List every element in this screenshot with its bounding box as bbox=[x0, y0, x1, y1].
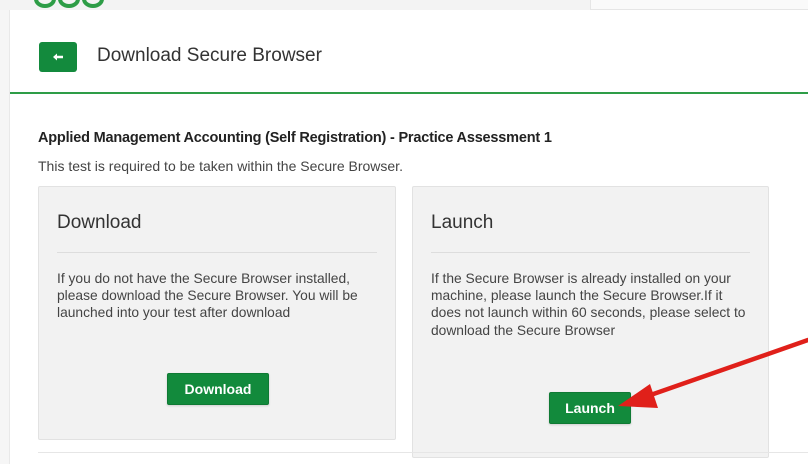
left-rail bbox=[0, 10, 10, 464]
arrow-left-icon bbox=[53, 53, 63, 61]
launch-panel: Launch If the Secure Browser is already … bbox=[412, 186, 769, 458]
red-arrow-icon bbox=[618, 337, 808, 408]
logo-fragment-icon bbox=[82, 0, 104, 8]
logo-fragment-icon bbox=[58, 0, 80, 8]
download-panel: Download If you do not have the Secure B… bbox=[38, 186, 396, 440]
divider bbox=[57, 252, 377, 253]
back-button[interactable] bbox=[39, 42, 77, 72]
page-header: Download Secure Browser bbox=[10, 10, 808, 94]
assessment-title: Applied Management Accounting (Self Regi… bbox=[38, 130, 552, 146]
download-panel-title: Download bbox=[57, 212, 142, 233]
download-button[interactable]: Download bbox=[167, 373, 269, 405]
launch-panel-text: If the Secure Browser is already install… bbox=[431, 271, 746, 338]
top-bar-partial bbox=[0, 0, 808, 10]
top-search-partial bbox=[590, 0, 808, 10]
page-title: Download Secure Browser bbox=[97, 45, 322, 66]
launch-panel-title: Launch bbox=[431, 212, 494, 233]
logo-fragment-icon bbox=[34, 0, 56, 8]
secure-browser-requirement-text: This test is required to be taken within… bbox=[38, 158, 403, 174]
bottom-divider bbox=[38, 452, 808, 453]
divider bbox=[431, 252, 750, 253]
download-panel-text: If you do not have the Secure Browser in… bbox=[57, 271, 358, 321]
